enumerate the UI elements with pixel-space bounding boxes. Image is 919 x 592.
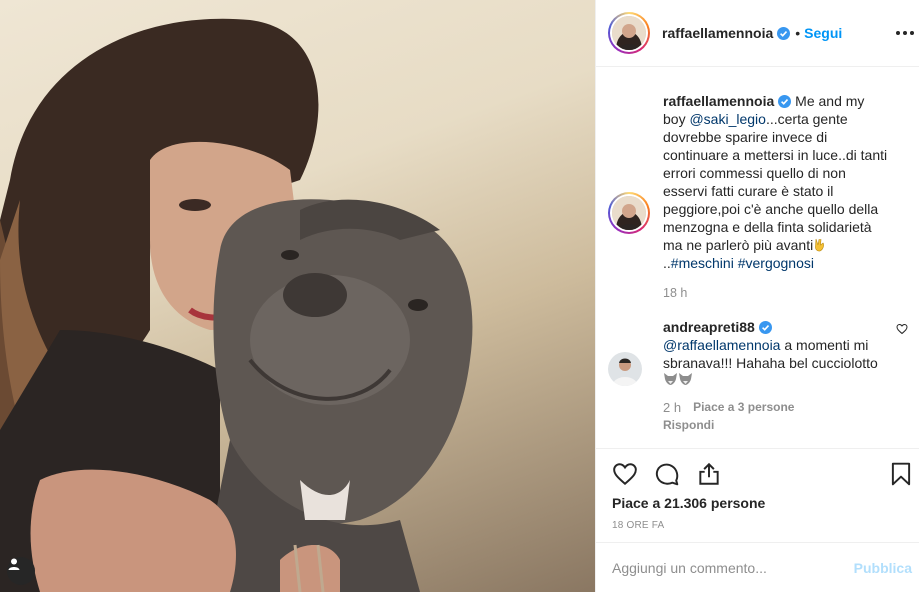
commenter-avatar[interactable] xyxy=(608,352,642,389)
comment-text: andreapreti88 @raffaellamennoia a moment… xyxy=(663,318,890,390)
user-tag-icon[interactable] xyxy=(7,557,35,585)
follow-button[interactable]: Segui xyxy=(804,25,842,41)
comment-meta: 2 h Piace a 3 persone xyxy=(663,400,890,415)
post-photo[interactable] xyxy=(0,0,595,592)
header-username[interactable]: raffaellamennoia xyxy=(662,25,773,41)
header-separator: • xyxy=(795,25,801,41)
wolf-emoji-icon xyxy=(678,373,693,389)
caption-body: ...certa gente dovrebbe sparire invece d… xyxy=(663,111,888,253)
photo-woman-and-dog xyxy=(0,18,473,592)
list-item: andreapreti88 @raffaellamennoia a moment… xyxy=(596,318,919,432)
caption-mention[interactable]: @saki_legio xyxy=(689,111,765,127)
comments-list[interactable]: raffaellamennoia Me and my boy @saki_leg… xyxy=(596,68,919,448)
comment-username[interactable]: andreapreti88 xyxy=(663,319,755,335)
like-comment-heart-icon[interactable] xyxy=(896,322,908,338)
avatar[interactable] xyxy=(608,12,650,54)
share-icon[interactable] xyxy=(696,461,722,487)
verified-badge-icon xyxy=(758,320,772,334)
bookmark-icon[interactable] xyxy=(888,461,914,487)
comment-time[interactable]: 2 h xyxy=(663,400,681,415)
wolf-emoji-icon xyxy=(663,373,678,389)
comment-likes[interactable]: Piace a 3 persone xyxy=(693,400,794,415)
hashtag-link[interactable]: #vergognosi xyxy=(738,255,814,271)
caption-username[interactable]: raffaellamennoia xyxy=(663,93,774,109)
hashtag-link[interactable]: #meschini xyxy=(671,255,734,271)
victory-hand-emoji-icon xyxy=(813,238,828,252)
likes-count[interactable]: Piace a 21.306 persone xyxy=(612,495,765,511)
caption-text: raffaellamennoia Me and my boy @saki_leg… xyxy=(663,92,890,272)
caption-ellipsis: .. xyxy=(663,255,671,271)
add-comment-bar: Pubblica xyxy=(596,542,919,592)
verified-badge-icon xyxy=(778,94,792,108)
caption-time[interactable]: 18 h xyxy=(663,286,890,300)
more-options-icon[interactable] xyxy=(896,24,914,42)
heart-icon[interactable] xyxy=(612,461,638,487)
actions-section: Piace a 21.306 persone 18 ORE FA xyxy=(596,448,919,542)
caption-avatar[interactable] xyxy=(608,192,650,234)
caption: raffaellamennoia Me and my boy @saki_leg… xyxy=(596,92,919,300)
post-header: raffaellamennoia • Segui xyxy=(596,0,919,67)
comment-mention[interactable]: @raffaellamennoia xyxy=(663,337,780,353)
reply-button[interactable]: Rispondi xyxy=(663,418,890,432)
post-side-panel: raffaellamennoia • Segui raffaellamennoi… xyxy=(595,0,919,592)
posted-time[interactable]: 18 ORE FA xyxy=(612,520,664,531)
verified-badge-icon xyxy=(777,26,791,40)
comment-bubble-icon[interactable] xyxy=(654,461,680,487)
action-buttons xyxy=(612,461,722,487)
comment-input[interactable] xyxy=(612,559,854,576)
publish-button[interactable]: Pubblica xyxy=(854,560,912,576)
